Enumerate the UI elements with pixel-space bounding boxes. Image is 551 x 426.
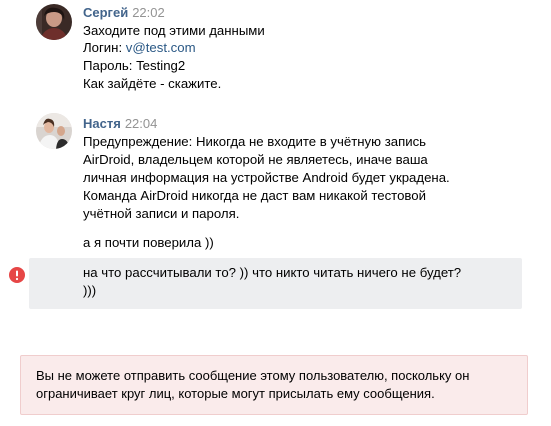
message-text-line: Логин: v@test.com bbox=[83, 39, 196, 57]
avatar-nastya-image bbox=[36, 113, 72, 149]
notice-text-line: Вы не можете отправить сообщение этому п… bbox=[36, 368, 470, 383]
message-text-line: Команда AirDroid никогда не даст вам ник… bbox=[83, 188, 426, 203]
message-header-sergey: Сергей 22:02 bbox=[83, 5, 165, 21]
message-text-line: личная информация на устройстве Android … bbox=[83, 170, 450, 185]
message-text-line: Как зайдёте - скажите. bbox=[83, 76, 222, 91]
cannot-send-notice: Вы не можете отправить сообщение этому п… bbox=[20, 355, 528, 415]
message-text-line: ))) bbox=[83, 283, 97, 298]
exclamation-circle-icon[interactable] bbox=[9, 267, 25, 283]
message-text-line: Заходите под этими данными bbox=[83, 23, 265, 38]
email-link[interactable]: v@test.com bbox=[126, 40, 196, 55]
notice-text-line: ограничивает круг лиц, которые могут при… bbox=[36, 386, 435, 401]
login-label: Логин: bbox=[83, 40, 126, 55]
message-text-line: а я почти поверила )) bbox=[83, 235, 214, 250]
message-text-line: на что рассчитывали то? )) что никто чит… bbox=[83, 265, 462, 280]
message-text-line: Предупреждение: Никогда не входите в учё… bbox=[83, 134, 427, 149]
avatar-nastya[interactable] bbox=[36, 113, 72, 149]
message-text-line: AirDroid, владельцем которой не являетес… bbox=[83, 152, 428, 167]
message-text-line: учётной записи и пароля. bbox=[83, 206, 240, 221]
author-name[interactable]: Сергей bbox=[83, 5, 128, 20]
message-time[interactable]: 22:04 bbox=[125, 116, 158, 131]
message-header-nastya: Настя 22:04 bbox=[83, 116, 157, 132]
avatar-sergey-image bbox=[36, 4, 72, 40]
avatar-sergey[interactable] bbox=[36, 4, 72, 40]
message-time[interactable]: 22:02 bbox=[132, 5, 165, 20]
author-name[interactable]: Настя bbox=[83, 116, 121, 131]
chat-history: Сергей 22:02 Заходите под этими данными Л… bbox=[0, 0, 551, 426]
message-text-line: Пароль: Testing2 bbox=[83, 58, 186, 73]
